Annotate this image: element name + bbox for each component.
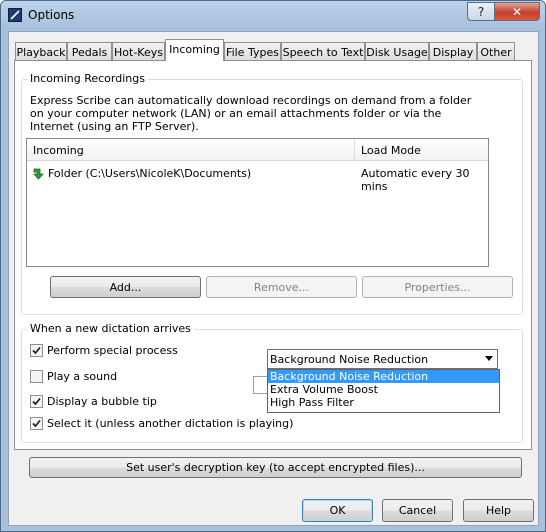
incoming-tab-panel: Incoming Recordings Express Scribe can a… xyxy=(14,60,532,450)
options-window: Options ? ✕ Playback Pedals Hot-Keys Inc… xyxy=(0,0,546,532)
table-row[interactable]: Folder (C:\Users\NicoleK\Documents) Auto… xyxy=(27,166,488,193)
incoming-recordings-label: Incoming Recordings xyxy=(27,72,148,85)
tab-other[interactable]: Other xyxy=(477,42,515,61)
dropdown-option-extra-volume-boost[interactable]: Extra Volume Boost xyxy=(268,383,499,396)
checkbox-box[interactable] xyxy=(30,343,43,357)
window-title: Options xyxy=(28,8,75,22)
checkmark-icon xyxy=(32,397,41,405)
special-process-select-value: Background Noise Reduction xyxy=(270,353,429,366)
tab-incoming[interactable]: Incoming xyxy=(165,39,224,61)
checkbox-box[interactable] xyxy=(30,416,43,430)
set-decryption-key-button[interactable]: Set user's decryption key (to accept enc… xyxy=(29,457,522,478)
select-it-checkbox[interactable]: Select it (unless another dictation is p… xyxy=(30,416,293,430)
incoming-recordings-group: Incoming Recordings Express Scribe can a… xyxy=(21,72,523,315)
properties-button[interactable]: Properties... xyxy=(362,276,513,298)
tab-playback[interactable]: Playback xyxy=(15,42,67,61)
checkbox-box[interactable] xyxy=(30,369,43,383)
checkbox-label: Perform special process xyxy=(47,343,178,357)
cancel-button[interactable]: Cancel xyxy=(382,499,453,522)
new-dictation-label: When a new dictation arrives xyxy=(27,322,194,335)
tab-file-types[interactable]: File Types xyxy=(224,42,281,61)
dialog-client-area: Playback Pedals Hot-Keys Incoming File T… xyxy=(8,31,539,526)
checkbox-label: Display a bubble tip xyxy=(47,394,157,408)
dropdown-option-high-pass-filter[interactable]: High Pass Filter xyxy=(268,396,499,409)
title-bar[interactable]: Options ? ✕ xyxy=(1,1,545,31)
checkbox-label: Select it (unless another dictation is p… xyxy=(47,416,294,430)
add-button[interactable]: Add... xyxy=(50,276,201,298)
dropdown-option-background-noise-reduction[interactable]: Background Noise Reduction xyxy=(268,370,499,383)
title-help-button[interactable]: ? xyxy=(467,2,495,21)
incoming-list[interactable]: Incoming Load Mode Folder (C:\Users\Nico… xyxy=(26,138,489,267)
column-header-load-mode[interactable]: Load Mode xyxy=(361,144,421,157)
special-process-select[interactable]: Background Noise Reduction xyxy=(267,349,498,369)
ok-button[interactable]: OK xyxy=(302,499,373,522)
column-header-incoming[interactable]: Incoming xyxy=(33,144,84,157)
checkmark-icon xyxy=(32,419,41,427)
chevron-down-icon[interactable] xyxy=(485,356,493,361)
new-dictation-group: When a new dictation arrives Perform spe… xyxy=(21,322,523,443)
tab-disk-usage[interactable]: Disk Usage xyxy=(365,42,429,61)
play-sound-checkbox[interactable]: Play a sound xyxy=(30,369,117,383)
title-close-button[interactable]: ✕ xyxy=(494,2,540,21)
load-mode-cell: Automatic every 30 mins xyxy=(361,167,470,193)
incoming-description: Express Scribe can automatically downloa… xyxy=(30,94,472,133)
tab-hot-keys[interactable]: Hot-Keys xyxy=(112,42,165,61)
help-button[interactable]: Help xyxy=(463,499,534,522)
display-bubble-tip-checkbox[interactable]: Display a bubble tip xyxy=(30,394,157,408)
special-process-dropdown-list: Background Noise Reduction Extra Volume … xyxy=(267,369,500,413)
close-icon: ✕ xyxy=(511,4,523,19)
column-separator[interactable] xyxy=(354,139,355,161)
checkbox-label: Play a sound xyxy=(47,369,118,383)
incoming-cell: Folder (C:\Users\NicoleK\Documents) xyxy=(48,167,252,180)
remove-button[interactable]: Remove... xyxy=(206,276,357,298)
checkbox-box[interactable] xyxy=(30,394,43,408)
tab-pedals[interactable]: Pedals xyxy=(67,42,112,61)
green-download-arrow-icon xyxy=(32,166,46,180)
express-scribe-app-icon xyxy=(8,8,22,22)
checkmark-icon xyxy=(32,346,41,354)
perform-special-process-checkbox[interactable]: Perform special process xyxy=(30,343,178,357)
incoming-list-header: Incoming Load Mode xyxy=(27,139,488,161)
tab-speech-to-text[interactable]: Speech to Text xyxy=(281,42,365,61)
question-mark-icon: ? xyxy=(477,4,485,19)
tab-display[interactable]: Display xyxy=(429,42,477,61)
